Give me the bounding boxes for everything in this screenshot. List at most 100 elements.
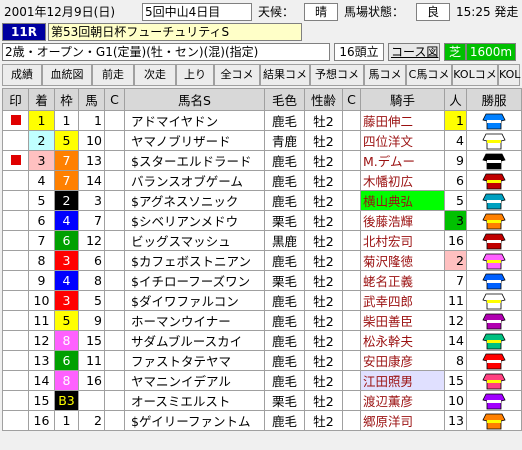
c-cell [104,190,125,211]
col-jockey[interactable]: 騎手 [360,88,445,111]
col-frame[interactable]: 枠 [54,88,79,111]
col-c[interactable]: C [104,88,125,111]
mark-icon [10,115,21,125]
table-row[interactable]: 2 5 10 ヤマノブリザード 青鹿 牡2 四位洋文 4 [2,130,522,151]
horse-name: サダムブルースカイ [124,330,265,351]
sex-age: 牡2 [304,410,343,431]
c-cell [104,410,125,431]
col-mark[interactable]: 印 [2,88,29,111]
c2-cell [342,370,361,391]
finish-position: 16 [28,410,55,431]
c2-cell [342,270,361,291]
c-cell [104,150,125,171]
frame-number: 7 [54,170,79,191]
c-cell [104,230,125,251]
horse-name: $シベリアンメドウ [124,210,265,231]
jockey-name: 木幡初広 [360,170,445,191]
table-row[interactable]: 13 6 11 ファストタテヤマ 鹿毛 牡2 安田康彦 8 [2,350,522,371]
table-row[interactable]: 3 7 13 $スターエルドラード 鹿毛 牡2 M.デムー 9 [2,150,522,171]
frame-number: 3 [54,290,79,311]
frame-number: 6 [54,230,79,251]
horse-name: $ゲイリーファントム [124,410,265,431]
tab-all-comments[interactable]: 全コメ [214,64,260,86]
horse-number: 7 [78,210,105,231]
col-horse-name[interactable]: 馬名S [124,88,265,111]
tab-prediction-comments[interactable]: 予想コメ [310,64,364,86]
col-silks[interactable]: 勝服 [466,88,522,111]
jockey-name: 藤田伸二 [360,110,445,131]
mark-cell [2,170,29,191]
tab-result-comments[interactable]: 結果コメ [260,64,310,86]
horse-number: 15 [78,330,105,351]
mark-cell [2,190,29,211]
jockey-silks-icon [482,193,506,209]
col-coat-color[interactable]: 毛色 [264,88,305,111]
race-number: 11R [2,23,46,41]
distance-field: 1600m [466,43,516,61]
tab-kol[interactable]: KOL [498,64,520,86]
table-row[interactable]: 16 1 2 $ゲイリーファントム 鹿毛 牡2 郷原洋司 13 [2,410,522,431]
col-finish[interactable]: 着 [28,88,55,111]
table-row[interactable]: 7 6 12 ビッグスマッシュ 黒鹿 牡2 北村宏司 16 [2,230,522,251]
popularity: 16 [444,230,467,251]
coat-color: 鹿毛 [264,350,305,371]
sex-age: 牡2 [304,370,343,391]
tab-horse-comments[interactable]: 馬コメ [364,64,406,86]
tab-pedigree[interactable]: 血統図 [42,64,92,86]
jockey-name: 横山典弘 [360,190,445,211]
popularity: 9 [444,150,467,171]
race-title-bar: 11R 第53回朝日杯フューチュリティS [0,22,522,42]
table-row[interactable]: 10 3 5 $ダイワファルコン 鹿毛 牡2 武幸四郎 11 [2,290,522,311]
popularity: 10 [444,390,467,411]
table-row[interactable]: 11 5 9 ホーマンウイナー 鹿毛 牡2 柴田善臣 12 [2,310,522,331]
silks-cell [466,290,522,311]
frame-number: 3 [54,250,79,271]
jockey-name: 四位洋文 [360,130,445,151]
tab-kol-comments[interactable]: KOLコメ [452,64,498,86]
table-row[interactable]: 1 1 1 アドマイヤドン 鹿毛 牡2 藤田伸二 1 [2,110,522,131]
popularity: 4 [444,130,467,151]
popularity: 2 [444,250,467,271]
finish-position: 2 [28,130,55,151]
frame-number: 1 [54,410,79,431]
mark-cell [2,150,29,171]
jockey-name: 蛯名正義 [360,270,445,291]
c2-cell [342,350,361,371]
col-popularity[interactable]: 人 [444,88,467,111]
course-map-button[interactable]: コース図 [388,43,440,61]
popularity: 5 [444,190,467,211]
runner-count: 16頭立 [334,43,384,61]
race-conditions: 2歳・オープン・G1(定量)(牡・セン)(混)(指定) [2,43,330,61]
tab-c-horse-comments[interactable]: C馬コメ [406,64,452,86]
race-conditions-bar: 2歳・オープン・G1(定量)(牡・セン)(混)(指定) 16頭立 コース図 芝 … [0,42,522,62]
horse-name: ヤマニンイデアル [124,370,265,391]
tab-prev-race[interactable]: 前走 [92,64,134,86]
table-row[interactable]: 8 3 6 $カフェボストニアン 鹿毛 牡2 菊沢隆徳 2 [2,250,522,271]
popularity: 3 [444,210,467,231]
table-row[interactable]: 15 B3 オースミエルスト 栗毛 牡2 渡辺薫彦 10 [2,390,522,411]
table-row[interactable]: 9 4 8 $イチローフーズワン 栗毛 牡2 蛯名正義 7 [2,270,522,291]
tab-next-race[interactable]: 次走 [134,64,176,86]
col-c2[interactable]: C [342,88,361,111]
tab-last3f[interactable]: 上り [176,64,214,86]
table-row[interactable]: 4 7 14 バランスオブゲーム 鹿毛 牡2 木幡初広 6 [2,170,522,191]
tab-results[interactable]: 成績 [2,64,42,86]
c2-cell [342,130,361,151]
c-cell [104,330,125,351]
coat-color: 鹿毛 [264,190,305,211]
table-row[interactable]: 14 8 16 ヤマニンイデアル 鹿毛 牡2 江田照男 15 [2,370,522,391]
horse-name: $カフェボストニアン [124,250,265,271]
post-time: 15:25 発走 [456,5,519,19]
table-row[interactable]: 12 8 15 サダムブルースカイ 鹿毛 牡2 松永幹夫 14 [2,330,522,351]
c2-cell [342,290,361,311]
table-row[interactable]: 6 4 7 $シベリアンメドウ 栗毛 牡2 後藤浩輝 3 [2,210,522,231]
silks-cell [466,190,522,211]
jockey-silks-icon [482,233,506,249]
horse-number: 3 [78,190,105,211]
col-horse-number[interactable]: 馬 [78,88,105,111]
horse-number: 8 [78,270,105,291]
frame-number: 1 [54,110,79,131]
col-sex-age[interactable]: 性齢 [304,88,343,111]
table-row[interactable]: 5 2 3 $アグネスソニック 鹿毛 牡2 横山典弘 5 [2,190,522,211]
sex-age: 牡2 [304,130,343,151]
